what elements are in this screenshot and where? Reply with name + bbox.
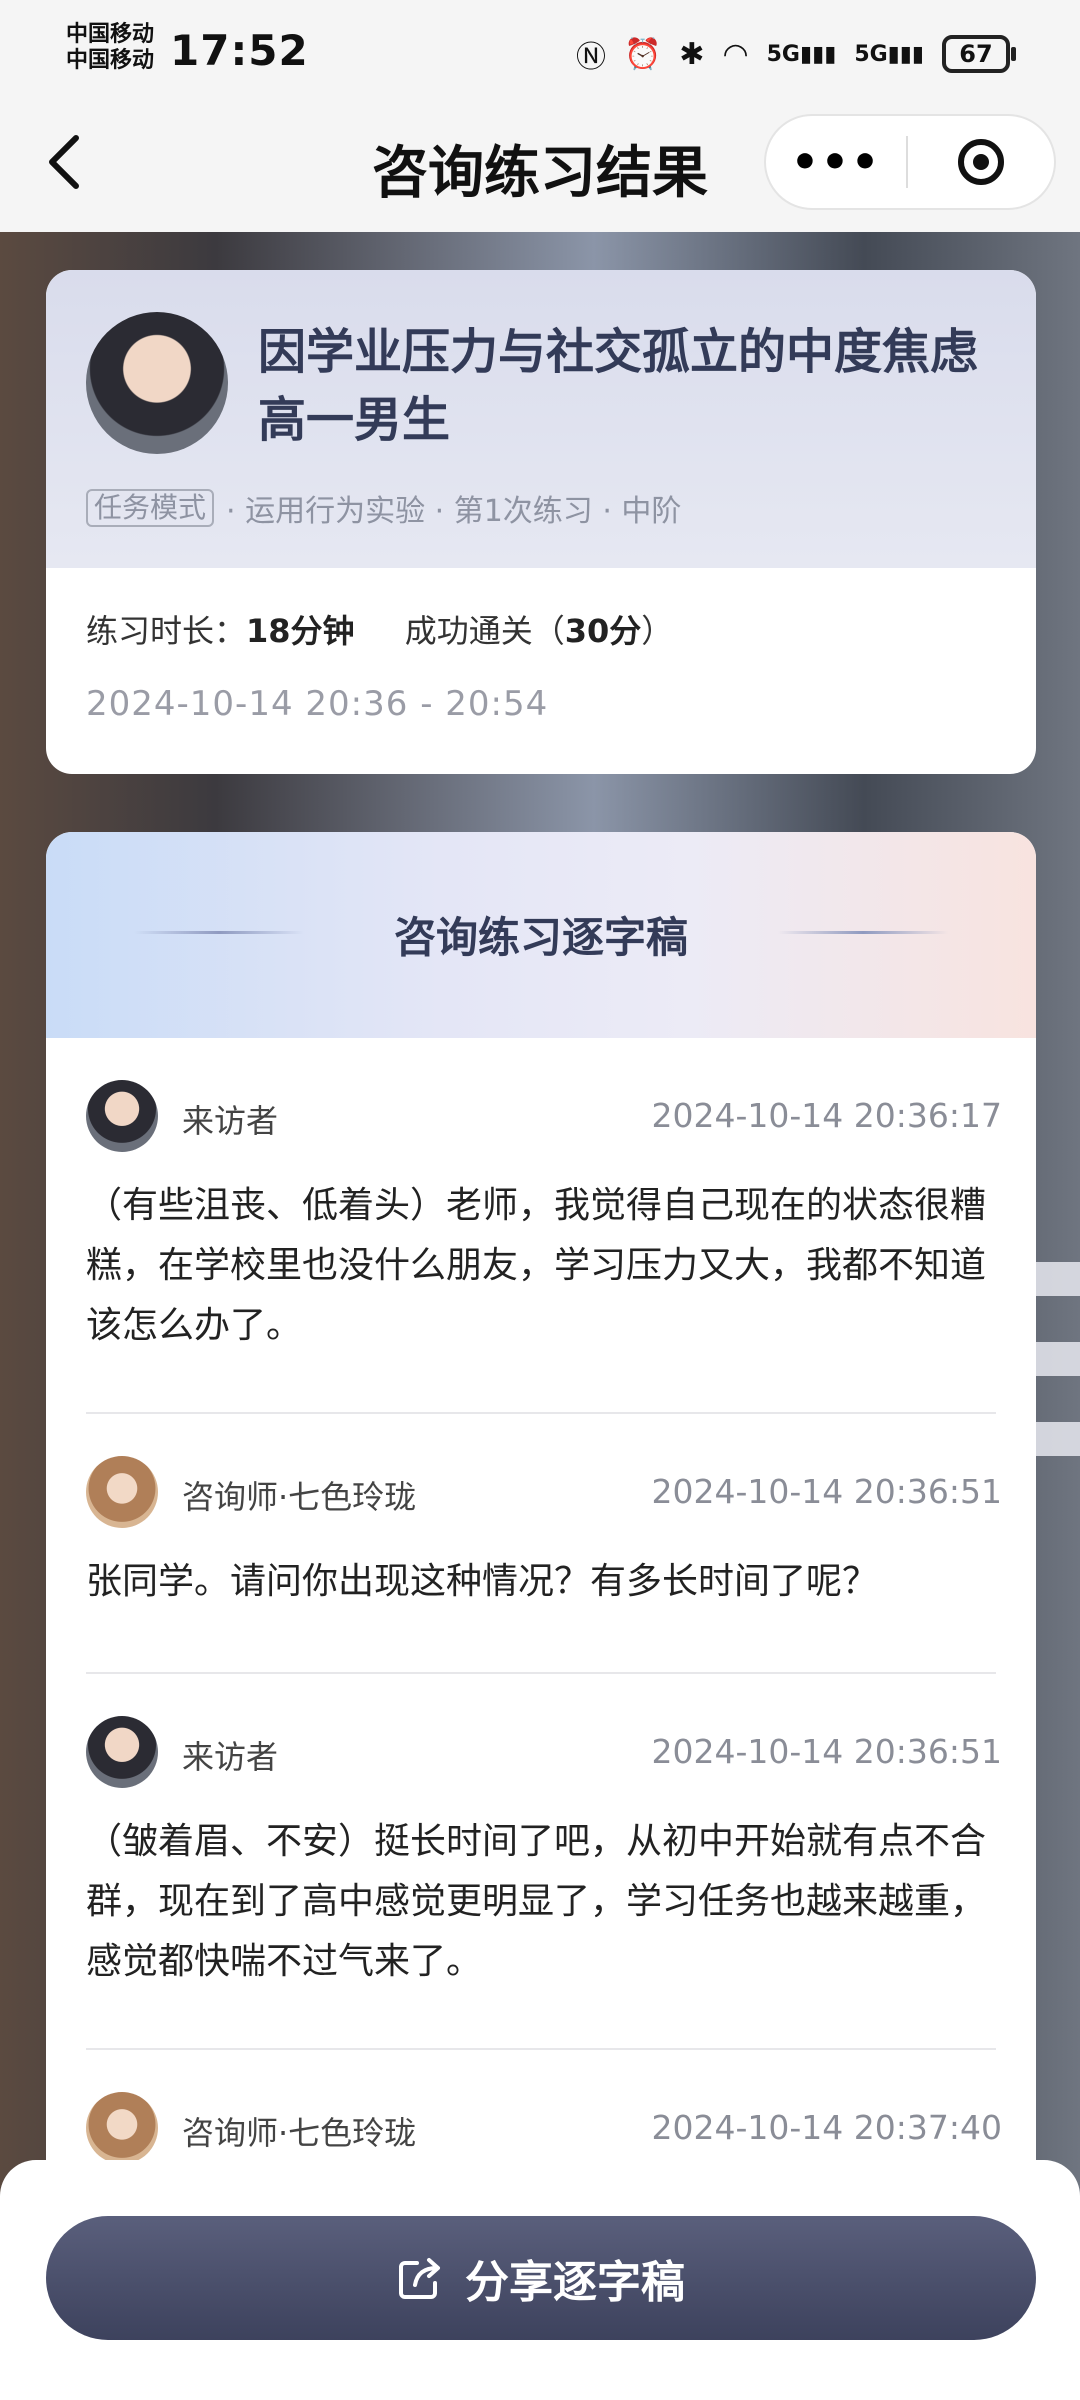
message-text: （皱着眉、不安）挺长时间了吧，从初中开始就有点不合群，现在到了高中感觉更明显了，… [86, 1821, 987, 1982]
wifi-icon: ◠ [722, 36, 749, 72]
message-divider [86, 1412, 996, 1414]
practice-duration: 练习时长：18分钟 成功通关（30分） [86, 606, 996, 652]
summary-body: 练习时长：18分钟 成功通关（30分） 2024-10-14 20:36 - 2… [46, 568, 1036, 724]
close-target-button[interactable] [908, 139, 1054, 185]
title-bar: 咨询练习结果 ••• [0, 100, 1080, 232]
transcript-title: 咨询练习逐字稿 [393, 913, 688, 962]
share-transcript-button[interactable]: 分享逐字稿 [46, 2216, 1036, 2340]
status-icons: Ⓝ ⏰ ✱ ◠ 5G▮▮▮ 5G▮▮▮ 67 [575, 32, 1016, 76]
message-text: 张同学。请问你出现这种情况？有多长时间了呢？ [86, 1561, 879, 1602]
target-icon [958, 139, 1004, 185]
message-time: 2024-10-14 20:37:40 [651, 2108, 1002, 2147]
transcript-message: 咨询师·七色玲珑 2024-10-14 20:36:51 张同学。请问你出现这种… [86, 1454, 1002, 1612]
battery-level: 67 [959, 40, 993, 68]
client-avatar [86, 1716, 158, 1788]
pass-label: 成功通关（ [404, 612, 565, 650]
share-icon [399, 2258, 440, 2299]
battery-icon: 67 [942, 35, 1016, 73]
case-meta-text: · 运用行为实验 · 第1次练习 · 中阶 [226, 494, 682, 529]
alarm-icon: ⏰ [623, 36, 662, 72]
message-divider [86, 1672, 996, 1674]
message-header: 咨询师·七色玲珑 2024-10-14 20:37:40 [86, 2090, 1002, 2166]
signal-icon: 5G▮▮▮ [766, 41, 837, 67]
message-time: 2024-10-14 20:36:51 [651, 1472, 1002, 1511]
summary-card: 因学业压力与社交孤立的中度焦虑高一男生 任务模式 · 运用行为实验 · 第1次练… [46, 270, 1036, 774]
counselor-avatar [86, 1456, 158, 1528]
case-meta: 任务模式 · 运用行为实验 · 第1次练习 · 中阶 [86, 486, 681, 530]
message-header: 来访者 2024-10-14 20:36:17 [86, 1078, 1002, 1154]
share-label: 分享逐字稿 [465, 2257, 685, 2308]
carrier-2: 中国移动 [66, 48, 155, 73]
status-bar: 中国移动 中国移动 17:52 Ⓝ ⏰ ✱ ◠ 5G▮▮▮ 5G▮▮▮ 67 [0, 0, 1080, 100]
client-avatar [86, 312, 228, 454]
duration-value: 18分钟 [246, 612, 355, 650]
message-header: 来访者 2024-10-14 20:36:51 [86, 1714, 1002, 1790]
message-divider [86, 2048, 996, 2050]
mode-tag: 任务模式 [86, 489, 215, 527]
speaker-name: 来访者 [182, 1102, 279, 1140]
counselor-avatar [86, 2092, 158, 2164]
speaker-name: 来访者 [182, 1738, 279, 1776]
mini-program-capsule: ••• [764, 114, 1056, 210]
status-time: 17:52 [170, 26, 309, 75]
bluetooth-icon: ✱ [679, 36, 705, 72]
message-time: 2024-10-14 20:36:51 [651, 1732, 1002, 1771]
nfc-icon: Ⓝ [575, 40, 606, 75]
time-range: 2024-10-14 20:36 - 20:54 [86, 684, 549, 724]
message-header: 咨询师·七色玲珑 2024-10-14 20:36:51 [86, 1454, 1002, 1530]
transcript-message: 来访者 2024-10-14 20:36:17 （有些沮丧、低着头）老师，我觉得… [86, 1078, 1002, 1356]
speaker-name: 咨询师·七色玲珑 [182, 2114, 417, 2152]
pass-result: 成功通关（30分） [405, 612, 674, 650]
carrier-1: 中国移动 [66, 22, 155, 47]
speaker-name: 咨询师·七色玲珑 [182, 1478, 417, 1516]
transcript-message: 来访者 2024-10-14 20:36:51 （皱着眉、不安）挺长时间了吧，从… [86, 1714, 1002, 1992]
client-avatar [86, 1080, 158, 1152]
header-line-right [778, 931, 948, 934]
message-text: （有些沮丧、低着头）老师，我觉得自己现在的状态很糟糕，在学校里也没什么朋友，学习… [86, 1185, 987, 1346]
carrier-info: 中国移动 中国移动 [66, 22, 154, 74]
signal-icon: 5G▮▮▮ [854, 41, 924, 67]
message-time: 2024-10-14 20:36:17 [651, 1096, 1002, 1135]
bottom-action-bar: 分享逐字稿 [0, 2160, 1080, 2400]
duration-label: 练习时长： [86, 612, 247, 650]
summary-header: 因学业压力与社交孤立的中度焦虑高一男生 任务模式 · 运用行为实验 · 第1次练… [46, 270, 1036, 568]
transcript-header: 咨询练习逐字稿 [46, 832, 1036, 1038]
case-title: 因学业压力与社交孤立的中度焦虑高一男生 [258, 324, 979, 448]
more-icon[interactable]: ••• [766, 137, 906, 188]
pass-suffix: ） [641, 612, 674, 650]
pass-score: 30分 [564, 612, 642, 650]
